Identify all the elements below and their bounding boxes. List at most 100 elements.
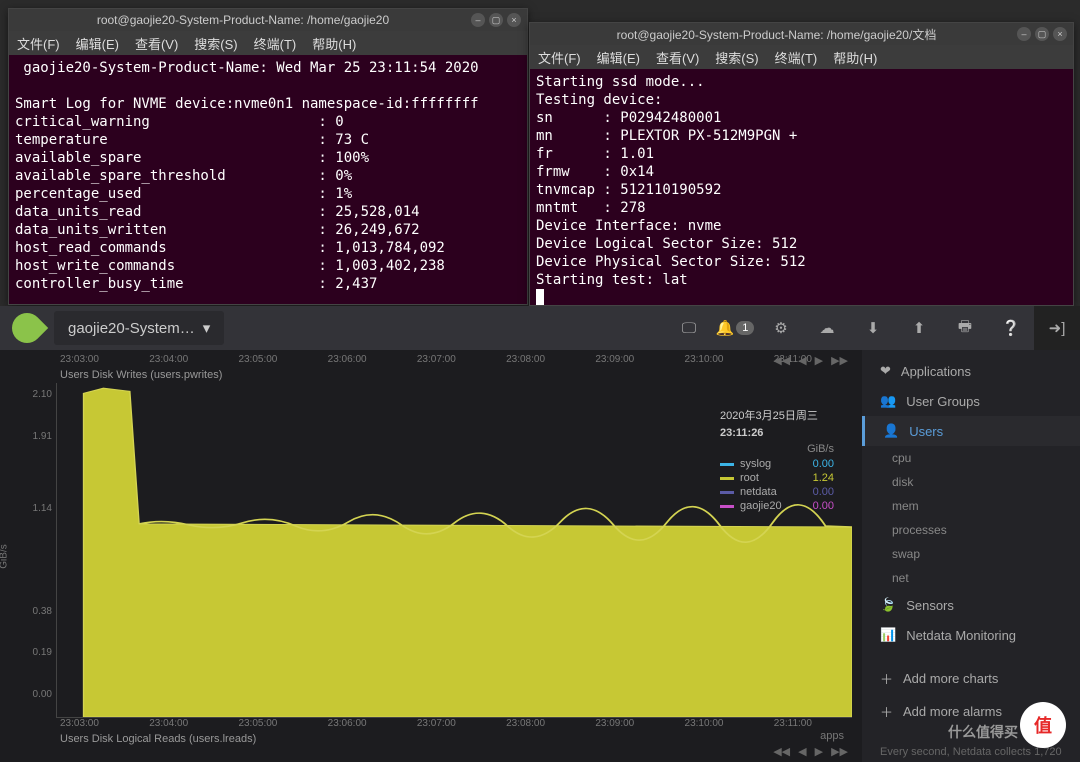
- legend-row[interactable]: syslog 0.00: [720, 457, 834, 471]
- chart-nav-bottom[interactable]: ◀◀◀▶▶▶: [771, 745, 850, 758]
- terminal-1-output[interactable]: gaojie20-System-Product-Name: Wed Mar 25…: [9, 55, 527, 297]
- maximize-icon[interactable]: ▢: [1035, 27, 1049, 41]
- display-icon[interactable]: 🖵: [666, 306, 712, 350]
- ytick: 0.19: [10, 647, 52, 658]
- chart-title: Users Disk Writes (users.pwrites): [10, 365, 852, 383]
- terminal-1-title: root@gaojie20-System-Product-Name: /home…: [15, 13, 471, 27]
- sidebar-sub-swap[interactable]: swap: [862, 542, 1080, 566]
- xtick: 23:05:00: [238, 718, 277, 729]
- sidebar-item-sensors[interactable]: 🍃Sensors: [862, 590, 1080, 620]
- legend-row[interactable]: root1.24: [720, 471, 834, 485]
- minimize-icon[interactable]: –: [471, 13, 485, 27]
- terminal-2-titlebar[interactable]: root@gaojie20-System-Product-Name: /home…: [530, 23, 1073, 45]
- alarm-badge: 1: [736, 321, 754, 335]
- xtick: 23:08:00: [506, 718, 545, 729]
- alarm-icon[interactable]: 🔔1: [712, 306, 758, 350]
- chart-nav-top[interactable]: ◀◀◀▶▶▶: [771, 354, 850, 367]
- legend-value: 0.00: [800, 500, 834, 512]
- xtick: 23:10:00: [685, 354, 724, 365]
- menu-item[interactable]: 查看(V): [135, 34, 178, 53]
- legend-name: syslog: [740, 458, 794, 470]
- xtick: 23:09:00: [595, 718, 634, 729]
- legend-date: 2020年3月25日周三: [720, 407, 834, 423]
- ytick: 1.14: [10, 503, 52, 514]
- cursor: [536, 289, 544, 305]
- legend-value: 0.00: [800, 458, 834, 470]
- menu-item[interactable]: 查看(V): [656, 48, 699, 67]
- xtick: 23:05:00: [238, 354, 277, 365]
- gear-icon[interactable]: ⚙: [758, 306, 804, 350]
- host-selector[interactable]: gaojie20-System… ▾: [54, 311, 224, 345]
- nav-next-fast-icon[interactable]: ▶▶: [829, 354, 850, 367]
- nav-prev-icon[interactable]: ◀: [796, 745, 808, 758]
- sidebar-sub-cpu[interactable]: cpu: [862, 446, 1080, 470]
- host-name: gaojie20-System…: [68, 320, 195, 337]
- nav-prev-icon[interactable]: ◀: [796, 354, 808, 367]
- xtick: 23:04:00: [149, 354, 188, 365]
- user-icon: 👤: [883, 423, 899, 439]
- maximize-icon[interactable]: ▢: [489, 13, 503, 27]
- close-icon[interactable]: ×: [507, 13, 521, 27]
- users-icon: 👥: [880, 393, 896, 409]
- minimize-icon[interactable]: –: [1017, 27, 1031, 41]
- close-icon[interactable]: ×: [1053, 27, 1067, 41]
- terminal-2-menubar[interactable]: 文件(F) 编辑(E) 查看(V) 搜索(S) 终端(T) 帮助(H): [530, 45, 1073, 69]
- menu-item[interactable]: 搜索(S): [194, 34, 237, 53]
- download-icon[interactable]: ⬇: [850, 306, 896, 350]
- chevron-down-icon: ▾: [203, 319, 211, 337]
- netdata-logo-icon: [6, 307, 48, 349]
- terminal-2-title: root@gaojie20-System-Product-Name: /home…: [536, 26, 1017, 43]
- xtick: 23:03:00: [60, 718, 99, 729]
- nav-next-icon[interactable]: ▶: [813, 745, 825, 758]
- sidebar-sub-net[interactable]: net: [862, 566, 1080, 590]
- nav-next-icon[interactable]: ▶: [813, 354, 825, 367]
- menu-item[interactable]: 终端(T): [775, 48, 818, 67]
- sidebar-sub-mem[interactable]: mem: [862, 494, 1080, 518]
- help-icon[interactable]: ❔: [988, 306, 1034, 350]
- print-icon[interactable]: 🖶: [942, 306, 988, 350]
- xtick: 23:11:00: [774, 718, 812, 729]
- terminal-1-titlebar[interactable]: root@gaojie20-System-Product-Name: /home…: [9, 9, 527, 31]
- legend-swatch: [720, 463, 734, 466]
- sidebar-item-applications[interactable]: ❤Applications: [862, 356, 1080, 386]
- sidebar-sub-disk[interactable]: disk: [862, 470, 1080, 494]
- chart-icon: 📊: [880, 627, 896, 643]
- menu-item[interactable]: 终端(T): [254, 34, 297, 53]
- legend-row[interactable]: netdata0.00: [720, 485, 834, 499]
- sidebar-item-usergroups[interactable]: 👥User Groups: [862, 386, 1080, 416]
- menu-item[interactable]: 帮助(H): [312, 34, 356, 53]
- xtick: 23:03:00: [60, 354, 99, 365]
- plus-icon: ＋: [880, 702, 893, 721]
- sidebar-add-charts[interactable]: ＋Add more charts: [862, 662, 1080, 695]
- chart-yaxis: 2.101.911.140.380.190.00: [10, 383, 56, 718]
- menu-item[interactable]: 编辑(E): [76, 34, 119, 53]
- sidebar-sub-processes[interactable]: processes: [862, 518, 1080, 542]
- signin-icon[interactable]: ➜]: [1034, 306, 1080, 350]
- nav-prev-fast-icon[interactable]: ◀◀: [771, 745, 792, 758]
- heart-icon: ❤: [880, 363, 891, 379]
- legend-name: gaojie20: [740, 500, 794, 512]
- menu-item[interactable]: 搜索(S): [715, 48, 758, 67]
- watermark-text: 什么值得买: [948, 722, 1018, 742]
- terminal-window-1[interactable]: root@gaojie20-System-Product-Name: /home…: [8, 8, 528, 305]
- menu-item[interactable]: 文件(F): [17, 34, 60, 53]
- nav-prev-fast-icon[interactable]: ◀◀: [771, 354, 792, 367]
- menu-item[interactable]: 帮助(H): [833, 48, 877, 67]
- sidebar-item-monitoring[interactable]: 📊Netdata Monitoring: [862, 620, 1080, 650]
- plus-icon: ＋: [880, 669, 893, 688]
- legend-row[interactable]: gaojie20 0.00: [720, 499, 834, 513]
- upload-icon[interactable]: ⬆: [896, 306, 942, 350]
- chart-area: 23:03:0023:04:0023:05:0023:06:0023:07:00…: [0, 350, 862, 762]
- netdata-dashboard: gaojie20-System… ▾ 🖵 🔔1 ⚙ ☁ ⬇ ⬆ 🖶 ❔ ➜] 2…: [0, 306, 1080, 762]
- menu-item[interactable]: 编辑(E): [597, 48, 640, 67]
- terminal-2-output[interactable]: Starting ssd mode... Testing device: sn …: [530, 69, 1073, 314]
- menu-item[interactable]: 文件(F): [538, 48, 581, 67]
- cloud-icon[interactable]: ☁: [804, 306, 850, 350]
- terminal-window-2[interactable]: root@gaojie20-System-Product-Name: /home…: [529, 22, 1074, 306]
- legend-value: 1.24: [800, 472, 834, 484]
- nav-next-fast-icon[interactable]: ▶▶: [829, 745, 850, 758]
- terminal-1-menubar[interactable]: 文件(F) 编辑(E) 查看(V) 搜索(S) 终端(T) 帮助(H): [9, 31, 527, 55]
- ytick: 1.91: [10, 431, 52, 442]
- sidebar-item-users[interactable]: 👤Users: [862, 416, 1080, 446]
- apps-label: apps: [820, 730, 844, 742]
